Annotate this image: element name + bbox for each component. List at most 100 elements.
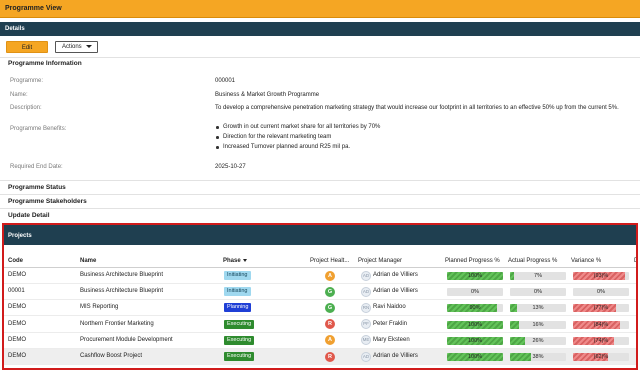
cell-project-manager[interactable]: Adrian de Villiers xyxy=(373,272,418,278)
table-row[interactable]: DEMO Cashflow Boost Project Executing R AD Ad… xyxy=(4,349,636,365)
cell-name: MIS Reporting xyxy=(80,304,119,311)
variance-bar: (62)% xyxy=(573,353,629,361)
phase-badge: Executing xyxy=(224,319,255,329)
section-programme-status[interactable]: Programme Status xyxy=(8,184,66,191)
field-label-benefits: Programme Benefits: xyxy=(10,126,67,132)
variance-bar: (93)% xyxy=(573,272,629,280)
field-label-required-end-date: Required End Date: xyxy=(10,164,63,170)
table-row[interactable]: DEMO Northern Frontier Marketing Executing… xyxy=(4,317,636,333)
avatar: PF xyxy=(361,319,371,330)
health-indicator: R xyxy=(325,319,335,330)
column-header-project-manager[interactable]: Project Manager xyxy=(358,258,402,264)
actual-progress-text: 0% xyxy=(534,289,542,296)
actual-progress-bar: 7% xyxy=(510,272,566,280)
benefit-item: Direction for the relevant marketing tea… xyxy=(215,134,380,144)
cell-project-manager[interactable]: Mary Eksteen xyxy=(373,337,410,343)
projects-title: Projects xyxy=(8,233,32,239)
cell-project-manager[interactable]: Ravi Naidoo xyxy=(373,304,406,310)
actual-progress-text: 38% xyxy=(532,354,544,360)
cell-name: Procurement Module Development xyxy=(80,336,173,343)
projects-header: Projects xyxy=(4,225,636,245)
variance-bar: (74)% xyxy=(573,336,629,345)
actual-progress-text: 7% xyxy=(534,273,542,279)
health-indicator: A xyxy=(325,270,335,281)
planned-progress-text: 90% xyxy=(469,305,481,312)
divider xyxy=(0,57,640,58)
edit-button[interactable]: Edit xyxy=(6,41,48,53)
phase-badge: Initiating xyxy=(224,287,251,297)
planned-progress-text: 0% xyxy=(471,289,479,296)
variance-text: 0% xyxy=(597,289,605,296)
column-header-name[interactable]: Name xyxy=(80,258,96,264)
avatar: AD xyxy=(361,351,371,362)
cell-project-manager[interactable]: Peter Fraklin xyxy=(373,321,407,327)
planned-progress-bar: 100% xyxy=(447,320,503,329)
actual-progress-bar: 13% xyxy=(510,304,566,313)
variance-bar: (84)% xyxy=(573,320,629,329)
planned-progress-bar: 100% xyxy=(447,336,503,345)
column-header-code[interactable]: Code xyxy=(8,258,23,264)
cell-name: Northern Frontier Marketing xyxy=(80,320,154,327)
cell-project-manager[interactable]: Adrian de Villiers xyxy=(373,288,418,294)
avatar: AD xyxy=(361,270,371,281)
variance-text: (74)% xyxy=(593,337,609,344)
window-title: Programme View xyxy=(5,5,62,12)
variance-bar: (77)% xyxy=(573,304,629,313)
details-title: Details xyxy=(5,26,25,32)
variance-bar: 0% xyxy=(573,288,629,297)
column-header-planned-progress[interactable]: Planned Progress % xyxy=(445,258,500,264)
health-indicator: G xyxy=(325,302,335,313)
divider xyxy=(0,208,640,209)
cell-name: Business Architecture Blueprint xyxy=(80,288,164,295)
actions-label: Actions xyxy=(62,44,82,50)
health-indicator: G xyxy=(325,286,335,297)
table-row[interactable]: DEMO Business Architecture Blueprint Initi… xyxy=(4,268,636,284)
actual-progress-bar: 38% xyxy=(510,353,566,361)
cell-name: Cashflow Boost Project xyxy=(80,353,143,359)
cell-code: DEMO xyxy=(8,304,26,311)
section-programme-stakeholders[interactable]: Programme Stakeholders xyxy=(8,198,87,205)
planned-progress-text: 100% xyxy=(467,337,483,344)
variance-text: (77)% xyxy=(593,305,609,312)
column-header-date[interactable]: Da xyxy=(634,258,636,264)
cell-project-manager[interactable]: Adrian de Villiers xyxy=(373,353,418,359)
section-programme-information[interactable]: Programme Information xyxy=(8,60,82,67)
chevron-down-icon xyxy=(86,45,92,48)
actual-progress-bar: 26% xyxy=(510,336,566,345)
table-row[interactable]: DEMO MIS Reporting Planning G RN Ravi Naidoo 9… xyxy=(4,300,636,317)
column-header-actual-progress[interactable]: Actual Progress % xyxy=(508,258,557,264)
actual-progress-text: 26% xyxy=(532,337,544,344)
planned-progress-text: 100% xyxy=(467,321,483,328)
variance-text: (93)% xyxy=(593,273,609,279)
avatar: RN xyxy=(361,302,371,313)
column-header-health[interactable]: Project Healt... xyxy=(310,258,349,264)
divider xyxy=(0,194,640,195)
table-row[interactable]: 00001 Business Architecture Blueprint Init… xyxy=(4,284,636,301)
projects-panel: Projects Code Name Phase Project Healt..… xyxy=(2,223,638,370)
cell-code: 00001 xyxy=(8,288,25,295)
column-header-phase[interactable]: Phase xyxy=(223,258,247,264)
field-label-name: Name: xyxy=(10,92,28,98)
benefit-item: Growth in out current market share for a… xyxy=(215,124,380,134)
column-header-variance[interactable]: Variance % xyxy=(571,258,601,264)
actions-dropdown[interactable]: Actions xyxy=(55,41,98,53)
planned-progress-bar: 0% xyxy=(447,288,503,297)
table-row[interactable]: DEMO Procurement Module Development Execut… xyxy=(4,333,636,349)
health-indicator: R xyxy=(325,351,335,362)
health-indicator: A xyxy=(325,335,335,346)
details-header: Details xyxy=(0,22,640,36)
phase-badge: Executing xyxy=(224,335,255,345)
section-update-detail[interactable]: Update Detail xyxy=(8,212,50,219)
phase-badge: Executing xyxy=(224,352,255,361)
field-value-name: Business & Market Growth Programme xyxy=(215,92,320,98)
variance-text: (62)% xyxy=(593,354,609,360)
planned-progress-text: 100% xyxy=(467,273,483,279)
avatar: ME xyxy=(361,335,371,346)
variance-text: (84)% xyxy=(593,321,609,328)
benefits-list: Growth in out current market share for a… xyxy=(215,124,380,154)
title-bar: Programme View xyxy=(0,0,640,18)
benefit-item: Increased Turnover planned around R25 mi… xyxy=(215,144,380,154)
field-label-description: Description: xyxy=(10,105,42,111)
planned-progress-text: 100% xyxy=(467,354,483,360)
phase-badge: Initiating xyxy=(224,271,251,280)
